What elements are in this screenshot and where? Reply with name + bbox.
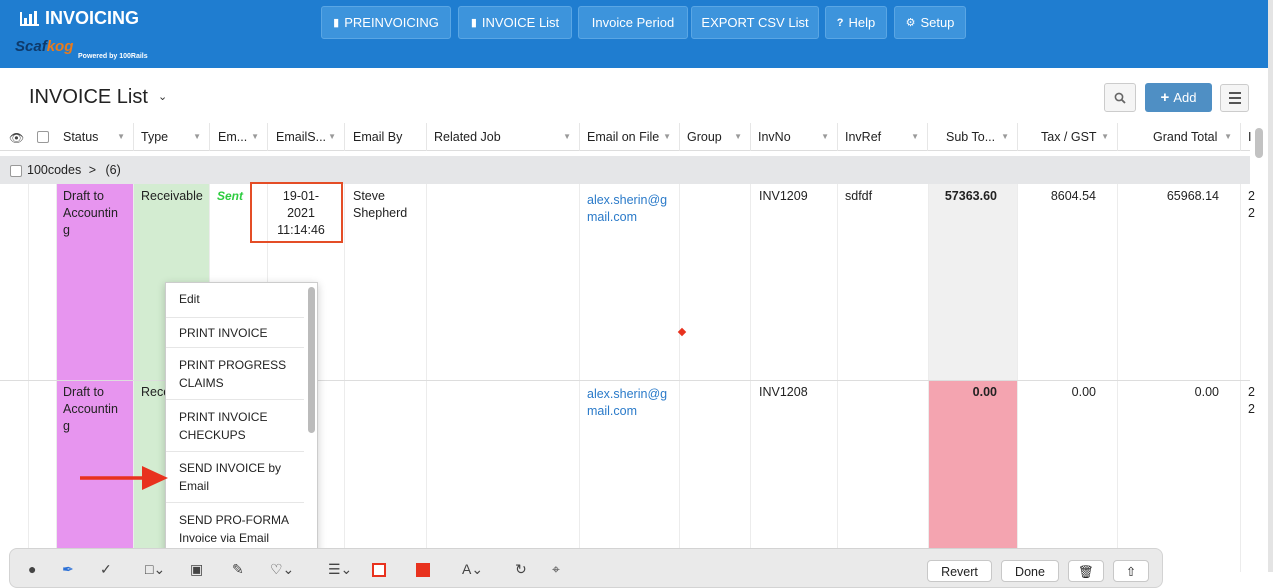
menu-item-edit[interactable]: Edit (166, 283, 304, 318)
shape-icon[interactable]: □⌄ (145, 561, 165, 578)
annotation-highlight-box (250, 182, 343, 243)
app-title: INVOICING (45, 8, 140, 28)
share-button[interactable]: ⇧ (1113, 560, 1149, 582)
question-icon: ? (836, 16, 844, 29)
column-header-email-on-file[interactable]: Email on File ▼ (579, 123, 680, 151)
text-box-icon[interactable]: ▣ (190, 561, 203, 578)
gear-icon: ⚙ (905, 17, 916, 29)
table-row-tax[interactable]: 8604.54 (1017, 188, 1096, 205)
page-title: INVOICE List (29, 86, 148, 108)
table-row-email-link[interactable]: alex.sherin@g mail.com (587, 192, 667, 226)
nav-invoice-list-button[interactable]: ▮ INVOICE List (458, 6, 572, 39)
border-color-icon[interactable] (372, 563, 386, 577)
nav-help-button[interactable]: ? Help (825, 6, 887, 39)
table-row-email-link[interactable]: alex.sherin@g mail.com (587, 386, 667, 420)
column-header-extra[interactable]: I (1240, 123, 1252, 151)
table-row-grand-total[interactable]: 65968.14 (1117, 188, 1219, 205)
delete-button[interactable]: 🗑 (1068, 560, 1104, 582)
table-row-email-by[interactable]: Steve Shepherd (353, 188, 407, 222)
bar-chart-icon (20, 10, 39, 26)
table-row-extra[interactable]: 22 (1248, 384, 1255, 418)
signature-icon[interactable]: ✎ (232, 561, 244, 578)
rotate-icon[interactable]: ↻ (515, 561, 527, 578)
group-count: (6) (105, 163, 121, 177)
revert-button[interactable]: Revert (927, 560, 992, 582)
chevron-down-icon[interactable]: ⌄ (158, 90, 167, 103)
column-header-grand-total[interactable]: Grand Total ▼ (1117, 123, 1241, 151)
column-header-inv-ref[interactable]: InvRef ▼ (837, 123, 928, 151)
table-row-inv-no[interactable]: INV1209 (759, 188, 808, 205)
share-icon: ⇧ (1125, 565, 1137, 579)
column-header-email-sent[interactable]: EmailS... ▼ (268, 123, 345, 151)
hamburger-icon (1228, 92, 1241, 94)
font-icon[interactable]: A⌄ (462, 561, 483, 578)
column-header-type[interactable]: Type ▼ (133, 123, 210, 151)
menu-item-print-invoice[interactable]: PRINT INVOICE (166, 317, 304, 348)
column-header-sub-total[interactable]: Sub To... ▼ (928, 123, 1018, 151)
table-row-extra[interactable]: 22 (1248, 188, 1255, 222)
subtotal-cell-bg-zero (928, 381, 1017, 572)
group-checkbox[interactable] (10, 165, 22, 177)
line-style-icon[interactable]: ☰⌄ (328, 561, 352, 578)
nav-setup-button[interactable]: ⚙ Setup (894, 6, 966, 39)
table-row-type[interactable]: Receivable (141, 188, 203, 205)
logo-text: Scafkog (15, 38, 74, 55)
window-edge (1268, 0, 1273, 572)
highlighter-icon[interactable]: ✓ (100, 561, 112, 578)
search-button[interactable] (1104, 83, 1136, 112)
table-header: 👁 Status ▼ Type ▼ Em... ▼ EmailS... ▼ Email … (0, 123, 1252, 151)
select-all-checkbox[interactable] (37, 131, 49, 143)
column-header-tax-gst[interactable]: Tax / GST ▼ (1017, 123, 1118, 151)
column-header-inv-no[interactable]: InvNo ▼ (750, 123, 838, 151)
subtotal-cell-bg (928, 184, 1017, 380)
column-header-related-job[interactable]: Related Job ▼ (426, 123, 580, 151)
column-header-email-by[interactable]: Email By (345, 123, 427, 151)
row-context-menu: Edit PRINT INVOICE PRINT PROGRESS CLAIMS … (165, 282, 318, 572)
crop-icon[interactable]: ⌖ (552, 561, 560, 578)
table-row-grand-total[interactable]: 0.00 (1117, 384, 1219, 401)
menu-item-print-invoice-checkups[interactable]: PRINT INVOICE CHECKUPS (166, 400, 304, 452)
column-header-status[interactable]: Status ▼ (55, 123, 134, 151)
eye-icon[interactable]: 👁 (9, 131, 24, 145)
nav-invoice-period-button[interactable]: Invoice Period (578, 6, 688, 39)
table-row-inv-no[interactable]: INV1208 (759, 384, 808, 401)
table-row-sub-total[interactable]: 0.00 (928, 384, 997, 401)
table-row-tax[interactable]: 0.00 (1017, 384, 1096, 401)
markup-toolbar: ● ✒ ✓ □⌄ ▣ ✎ ♡⌄ ☰⌄ A⌄ ↻ ⌖ Revert Done 🗑 … (9, 548, 1163, 588)
vertical-scrollbar[interactable] (1255, 128, 1263, 158)
column-header-group[interactable]: Group ▼ (679, 123, 751, 151)
app-brand[interactable]: INVOICING (20, 8, 139, 29)
company-logo: Scafkog Powered by 100Rails (15, 38, 155, 64)
table-row-sub-total[interactable]: 57363.60 (928, 188, 997, 205)
powered-by-label: Powered by 100Rails (78, 53, 148, 60)
nav-export-csv-button[interactable]: EXPORT CSV List (691, 6, 819, 39)
done-button[interactable]: Done (1001, 560, 1059, 582)
pen-icon[interactable]: ✒ (62, 561, 74, 578)
pin-icon[interactable]: ● (28, 561, 36, 577)
table-row-status[interactable]: Draft to Accountin g (63, 188, 118, 239)
annotation-arrow-icon (80, 466, 168, 490)
book-icon: ▮ (470, 17, 477, 29)
menu-item-print-progress-claims[interactable]: PRINT PROGRESS CLAIMS (166, 348, 304, 400)
book-icon: ▮ (333, 17, 340, 29)
stamp-icon[interactable]: ♡⌄ (270, 561, 294, 578)
table-row-inv-ref[interactable]: sdfdf (845, 188, 872, 205)
hamburger-menu-button[interactable] (1220, 84, 1249, 112)
add-button[interactable]: + Add (1145, 83, 1212, 112)
search-icon (1114, 92, 1126, 104)
plus-icon: + (1160, 89, 1170, 106)
table-row-status[interactable]: Draft to Accountin g (63, 384, 118, 435)
group-name: 100codes (27, 163, 82, 177)
chevron-right-icon: > (88, 163, 97, 177)
fill-color-icon[interactable] (416, 563, 430, 577)
column-header-email-status[interactable]: Em... ▼ (210, 123, 268, 151)
group-row[interactable]: 100codes > (6) (0, 156, 1250, 184)
menu-scrollbar[interactable] (308, 287, 315, 433)
email-status-badge: Sent (217, 189, 244, 203)
menu-item-send-invoice-email[interactable]: SEND INVOICE by Email (166, 452, 304, 503)
trash-icon: 🗑 (1078, 565, 1094, 579)
nav-preinvoicing-button[interactable]: ▮ PREINVOICING (321, 6, 451, 39)
